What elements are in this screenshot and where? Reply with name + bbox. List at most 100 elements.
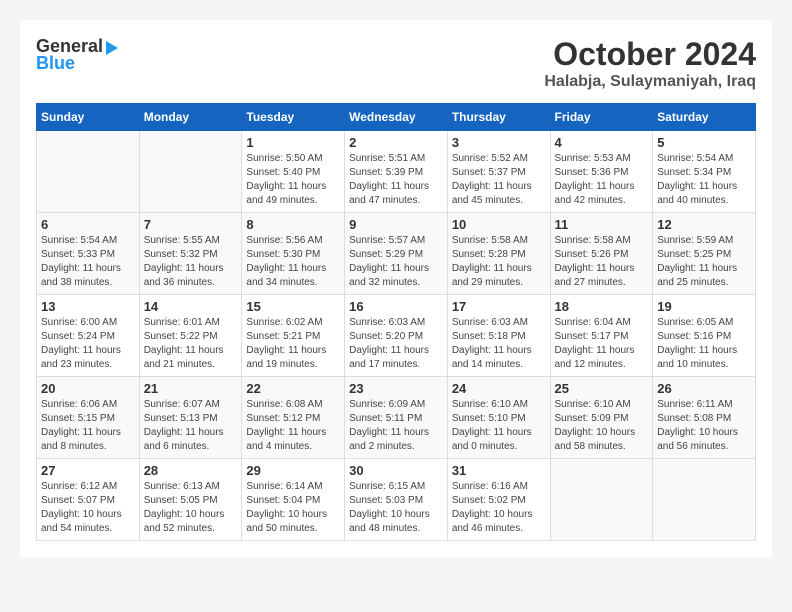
day-number: 12 [657, 217, 751, 232]
day-cell: 13 Sunrise: 6:00 AM Sunset: 5:24 PM Dayli… [37, 295, 140, 377]
day-number: 11 [555, 217, 649, 232]
day-number: 20 [41, 381, 135, 396]
day-number: 4 [555, 135, 649, 150]
day-info: Sunrise: 5:54 AM Sunset: 5:33 PM Dayligh… [41, 234, 135, 290]
day-cell: 2 Sunrise: 5:51 AM Sunset: 5:39 PM Daylig… [345, 131, 448, 213]
day-number: 24 [452, 381, 546, 396]
day-cell: 30 Sunrise: 6:15 AM Sunset: 5:03 PM Dayli… [345, 459, 448, 541]
day-number: 15 [246, 299, 340, 314]
day-cell: 27 Sunrise: 6:12 AM Sunset: 5:07 PM Dayli… [37, 459, 140, 541]
day-number: 7 [144, 217, 238, 232]
day-cell: 9 Sunrise: 5:57 AM Sunset: 5:29 PM Daylig… [345, 213, 448, 295]
day-info: Sunrise: 6:11 AM Sunset: 5:08 PM Dayligh… [657, 398, 751, 454]
day-number: 22 [246, 381, 340, 396]
day-info: Sunrise: 6:09 AM Sunset: 5:11 PM Dayligh… [349, 398, 443, 454]
day-cell: 4 Sunrise: 5:53 AM Sunset: 5:36 PM Daylig… [550, 131, 653, 213]
day-cell: 19 Sunrise: 6:05 AM Sunset: 5:16 PM Dayli… [653, 295, 756, 377]
day-cell: 31Sunrise: 6:16 AM Sunset: 5:02 PM Dayli… [447, 459, 550, 541]
day-cell: 16Sunrise: 6:03 AM Sunset: 5:20 PM Dayli… [345, 295, 448, 377]
day-cell: 3Sunrise: 5:52 AM Sunset: 5:37 PM Daylig… [447, 131, 550, 213]
location-title: Halabja, Sulaymaniyah, Iraq [544, 73, 756, 91]
day-info: Sunrise: 5:54 AM Sunset: 5:34 PM Dayligh… [657, 152, 751, 208]
logo: General Blue [36, 36, 118, 74]
day-number: 30 [349, 463, 443, 478]
day-number: 6 [41, 217, 135, 232]
day-info: Sunrise: 6:03 AM Sunset: 5:18 PM Dayligh… [452, 316, 546, 372]
column-header-monday: Monday [139, 104, 242, 131]
day-cell: 18Sunrise: 6:04 AM Sunset: 5:17 PM Dayli… [550, 295, 653, 377]
day-cell: 12 Sunrise: 5:59 AM Sunset: 5:25 PM Dayli… [653, 213, 756, 295]
day-cell: 7 Sunrise: 5:55 AM Sunset: 5:32 PM Daylig… [139, 213, 242, 295]
day-info: Sunrise: 5:56 AM Sunset: 5:30 PM Dayligh… [246, 234, 340, 290]
day-cell [139, 131, 242, 213]
day-cell: 20 Sunrise: 6:06 AM Sunset: 5:15 PM Dayli… [37, 377, 140, 459]
day-info: Sunrise: 5:57 AM Sunset: 5:29 PM Dayligh… [349, 234, 443, 290]
calendar-table: SundayMondayTuesdayWednesdayThursdayFrid… [36, 103, 756, 541]
day-info: Sunrise: 6:04 AM Sunset: 5:17 PM Dayligh… [555, 316, 649, 372]
day-info: Sunrise: 6:02 AM Sunset: 5:21 PM Dayligh… [246, 316, 340, 372]
day-cell: 22 Sunrise: 6:08 AM Sunset: 5:12 PM Dayli… [242, 377, 345, 459]
day-number: 21 [144, 381, 238, 396]
month-title: October 2024 [544, 36, 756, 73]
column-header-friday: Friday [550, 104, 653, 131]
day-info: Sunrise: 5:59 AM Sunset: 5:25 PM Dayligh… [657, 234, 751, 290]
day-cell: 10 Sunrise: 5:58 AM Sunset: 5:28 PM Dayli… [447, 213, 550, 295]
day-number: 27 [41, 463, 135, 478]
week-row-1: 1Sunrise: 5:50 AM Sunset: 5:40 PM Daylig… [37, 131, 756, 213]
day-cell: 25Sunrise: 6:10 AM Sunset: 5:09 PM Dayli… [550, 377, 653, 459]
week-row-3: 13 Sunrise: 6:00 AM Sunset: 5:24 PM Dayli… [37, 295, 756, 377]
day-info: Sunrise: 6:03 AM Sunset: 5:20 PM Dayligh… [349, 316, 443, 372]
day-info: Sunrise: 6:08 AM Sunset: 5:12 PM Dayligh… [246, 398, 340, 454]
day-info: Sunrise: 5:55 AM Sunset: 5:32 PM Dayligh… [144, 234, 238, 290]
day-info: Sunrise: 6:01 AM Sunset: 5:22 PM Dayligh… [144, 316, 238, 372]
day-number: 2 [349, 135, 443, 150]
logo-triangle [106, 41, 118, 55]
column-header-sunday: Sunday [37, 104, 140, 131]
day-cell: 24 Sunrise: 6:10 AM Sunset: 5:10 PM Dayli… [447, 377, 550, 459]
day-number: 25 [555, 381, 649, 396]
day-number: 23 [349, 381, 443, 396]
week-row-4: 20 Sunrise: 6:06 AM Sunset: 5:15 PM Dayli… [37, 377, 756, 459]
day-number: 10 [452, 217, 546, 232]
calendar-container: General Blue October 2024 Halabja, Sulay… [20, 20, 772, 557]
day-cell [653, 459, 756, 541]
day-number: 28 [144, 463, 238, 478]
day-cell: 21Sunrise: 6:07 AM Sunset: 5:13 PM Dayli… [139, 377, 242, 459]
day-info: Sunrise: 5:58 AM Sunset: 5:28 PM Dayligh… [452, 234, 546, 290]
day-number: 29 [246, 463, 340, 478]
day-number: 14 [144, 299, 238, 314]
day-info: Sunrise: 6:16 AM Sunset: 5:02 PM Dayligh… [452, 480, 546, 536]
day-cell: 1Sunrise: 5:50 AM Sunset: 5:40 PM Daylig… [242, 131, 345, 213]
day-cell: 26 Sunrise: 6:11 AM Sunset: 5:08 PM Dayli… [653, 377, 756, 459]
day-cell: 11 Sunrise: 5:58 AM Sunset: 5:26 PM Dayli… [550, 213, 653, 295]
day-info: Sunrise: 6:00 AM Sunset: 5:24 PM Dayligh… [41, 316, 135, 372]
day-cell: 15 Sunrise: 6:02 AM Sunset: 5:21 PM Dayli… [242, 295, 345, 377]
day-info: Sunrise: 6:12 AM Sunset: 5:07 PM Dayligh… [41, 480, 135, 536]
day-number: 26 [657, 381, 751, 396]
day-number: 9 [349, 217, 443, 232]
day-info: Sunrise: 6:06 AM Sunset: 5:15 PM Dayligh… [41, 398, 135, 454]
column-header-thursday: Thursday [447, 104, 550, 131]
day-info: Sunrise: 5:51 AM Sunset: 5:39 PM Dayligh… [349, 152, 443, 208]
logo-blue-text: Blue [36, 53, 75, 74]
day-info: Sunrise: 5:53 AM Sunset: 5:36 PM Dayligh… [555, 152, 649, 208]
day-cell [37, 131, 140, 213]
column-header-tuesday: Tuesday [242, 104, 345, 131]
week-row-2: 6 Sunrise: 5:54 AM Sunset: 5:33 PM Daylig… [37, 213, 756, 295]
day-info: Sunrise: 6:10 AM Sunset: 5:10 PM Dayligh… [452, 398, 546, 454]
day-cell: 17Sunrise: 6:03 AM Sunset: 5:18 PM Dayli… [447, 295, 550, 377]
day-number: 13 [41, 299, 135, 314]
day-info: Sunrise: 6:15 AM Sunset: 5:03 PM Dayligh… [349, 480, 443, 536]
column-header-wednesday: Wednesday [345, 104, 448, 131]
header-row: SundayMondayTuesdayWednesdayThursdayFrid… [37, 104, 756, 131]
day-number: 8 [246, 217, 340, 232]
day-info: Sunrise: 5:58 AM Sunset: 5:26 PM Dayligh… [555, 234, 649, 290]
day-cell [550, 459, 653, 541]
header: General Blue October 2024 Halabja, Sulay… [36, 36, 756, 91]
day-info: Sunrise: 5:50 AM Sunset: 5:40 PM Dayligh… [246, 152, 340, 208]
day-cell: 6 Sunrise: 5:54 AM Sunset: 5:33 PM Daylig… [37, 213, 140, 295]
day-info: Sunrise: 6:05 AM Sunset: 5:16 PM Dayligh… [657, 316, 751, 372]
day-number: 19 [657, 299, 751, 314]
column-header-saturday: Saturday [653, 104, 756, 131]
day-info: Sunrise: 6:13 AM Sunset: 5:05 PM Dayligh… [144, 480, 238, 536]
